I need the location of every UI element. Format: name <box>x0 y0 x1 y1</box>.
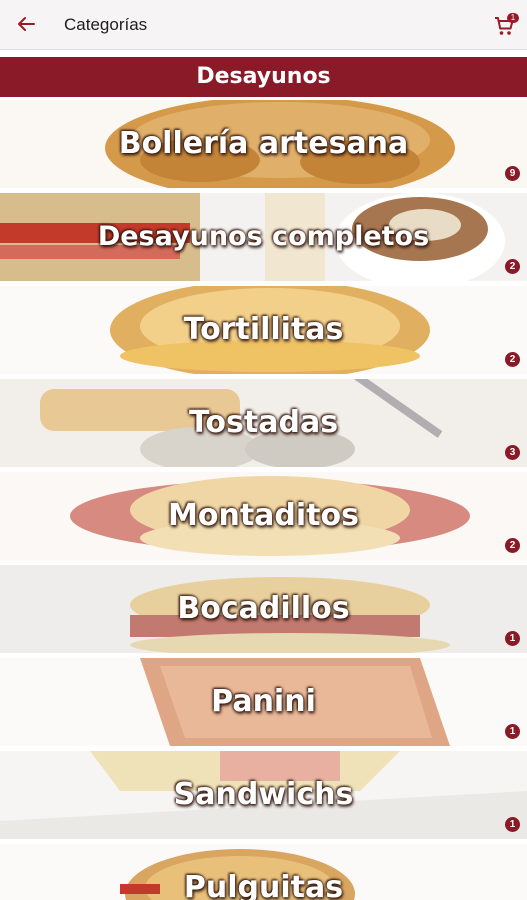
category-count-badge: 9 <box>505 166 520 181</box>
category-card[interactable]: Bocadillos 1 <box>0 565 527 653</box>
category-card[interactable]: Pulguitas <box>0 844 527 900</box>
category-card[interactable]: Panini 1 <box>0 658 527 746</box>
cart-count-badge: 1 <box>507 13 519 23</box>
category-count-badge: 2 <box>505 259 520 274</box>
back-arrow-icon[interactable] <box>14 12 38 36</box>
category-card[interactable]: Montaditos 2 <box>0 472 527 560</box>
category-name: Pulguitas <box>183 870 344 900</box>
category-count-badge: 2 <box>505 352 520 367</box>
category-card[interactable]: Sandwichs 1 <box>0 751 527 839</box>
category-card[interactable]: Tostadas 3 <box>0 379 527 467</box>
category-name: Montaditos <box>168 498 359 533</box>
category-card[interactable]: Tortillitas 2 <box>0 286 527 374</box>
category-count-badge: 1 <box>505 817 520 832</box>
section-header: Desayunos <box>0 57 527 97</box>
category-count-badge: 1 <box>505 631 520 646</box>
category-card[interactable]: Desayunos completos 2 <box>0 193 527 281</box>
page-title: Categorías <box>64 15 148 34</box>
category-card[interactable]: Bollería artesana 9 <box>0 100 527 188</box>
category-name: Panini <box>211 684 316 719</box>
category-list: Bollería artesana 9 Desayunos completos … <box>0 100 527 900</box>
category-name: Sandwichs <box>173 777 354 812</box>
category-name: Desayunos completos <box>97 221 430 252</box>
category-count-badge: 1 <box>505 724 520 739</box>
app-bar: Categorías 1 <box>0 0 527 50</box>
category-name: Tostadas <box>188 405 339 440</box>
category-name: Tortillitas <box>183 312 344 347</box>
category-count-badge: 3 <box>505 445 520 460</box>
category-name: Bocadillos <box>177 591 350 626</box>
category-name: Bollería artesana <box>118 126 409 161</box>
category-count-badge: 2 <box>505 538 520 553</box>
